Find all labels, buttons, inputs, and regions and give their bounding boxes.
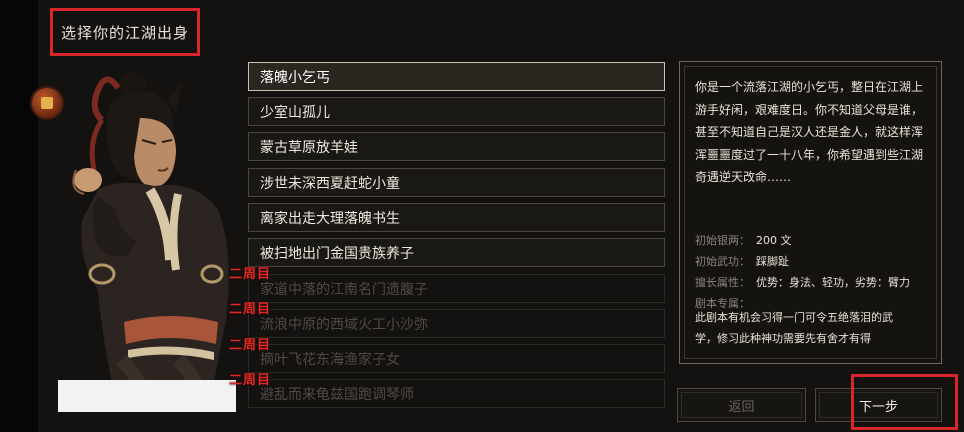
origin-option-label: 摘叶飞花东海渔家子女 (260, 351, 400, 368)
origin-option-label: 离家出走大理落魄书生 (260, 210, 400, 227)
origin-option[interactable]: 涉世未深西夏赶蛇小童 (248, 168, 665, 197)
start-skill-label: 初始武功： (695, 255, 750, 268)
description-line: 浑噩噩度过了一十八年，你希望遇到些江湖 (695, 147, 924, 162)
origin-option: 家道中落的江南名门遗腹子 (248, 274, 665, 303)
back-button-label: 返回 (728, 399, 755, 415)
start-money-row: 初始银两： 200 文 (695, 232, 792, 248)
script-line: 学，修习此种神功需要先有舍才有得 (695, 332, 871, 345)
origin-option: 避乱而来龟兹国跑调琴师 (248, 379, 665, 408)
traits-row: 擅长属性： 优势：身法、轻功，劣势：臂力 (695, 274, 910, 290)
description-line: 你是一个流落江湖的小乞丐，整日在江湖上 (695, 80, 924, 94)
origin-option[interactable]: 落魄小乞丐 (248, 62, 665, 91)
second-playthrough-tag: 二周目 (229, 373, 272, 388)
beggar-character-illustration (72, 72, 229, 412)
back-button[interactable]: 返回 (677, 388, 806, 422)
origin-option-label: 落魄小乞丐 (260, 69, 330, 86)
script-line: 此剧本有机会习得一门可令五绝落泪的武 (695, 311, 893, 324)
origin-select-screen: 选择你的江湖出身 落魄小乞丐 少室山孤儿 蒙古草原放羊娃 涉世未深西夏赶蛇小童 … (0, 0, 964, 432)
origin-option-label: 被扫地出门金国贵族养子 (260, 245, 414, 262)
start-skill-value: 踩脚趾 (756, 255, 789, 268)
left-edge-strip (0, 0, 38, 432)
script-exclusive-text: 此剧本有机会习得一门可令五绝落泪的武 学，修习此种神功需要先有舍才有得 (695, 307, 935, 349)
next-button-highlight-box (851, 374, 958, 430)
title-highlight-box: 选择你的江湖出身 (50, 8, 200, 56)
second-playthrough-tag: 二周目 (229, 338, 272, 353)
chest-glyph (41, 97, 53, 109)
origin-option-label: 少室山孤儿 (260, 104, 330, 121)
origin-option[interactable]: 蒙古草原放羊娃 (248, 132, 665, 161)
start-money-value: 200 文 (756, 234, 792, 247)
traits-label: 擅长属性： (695, 276, 750, 289)
description-line: 游手好闲，艰难度日。你不知道父母是谁， (695, 102, 924, 117)
origin-description-panel: 你是一个流落江湖的小乞丐，整日在江湖上 游手好闲，艰难度日。你不知道父母是谁， … (679, 61, 942, 364)
origin-option-label: 避乱而来龟兹国跑调琴师 (260, 386, 414, 403)
description-line: 甚至不知道自己是汉人还是金人，就这样浑 (695, 125, 924, 139)
origin-option[interactable]: 被扫地出门金国贵族养子 (248, 238, 665, 267)
origin-option[interactable]: 少室山孤儿 (248, 97, 665, 126)
character-portrait (58, 60, 236, 412)
screen-title: 选择你的江湖出身 (60, 23, 189, 42)
origin-option-label: 家道中落的江南名门遗腹子 (260, 281, 428, 298)
traits-value: 优势：身法、轻功，劣势：臂力 (756, 276, 910, 289)
start-skill-row: 初始武功： 踩脚趾 (695, 253, 789, 269)
origin-description: 你是一个流落江湖的小乞丐，整日在江湖上 游手好闲，艰难度日。你不知道父母是谁， … (695, 76, 931, 189)
origin-option: 流浪中原的西域火工小沙弥 (248, 309, 665, 338)
portrait-base-strip (58, 380, 236, 412)
origin-option[interactable]: 离家出走大理落魄书生 (248, 203, 665, 232)
origin-option: 摘叶飞花东海渔家子女 (248, 344, 665, 373)
origin-option-label: 流浪中原的西域火工小沙弥 (260, 316, 428, 333)
second-playthrough-tag: 二周目 (229, 302, 272, 317)
origin-option-label: 涉世未深西夏赶蛇小童 (260, 175, 400, 192)
second-playthrough-tag: 二周目 (229, 267, 272, 282)
origin-option-label: 蒙古草原放羊娃 (260, 139, 358, 156)
start-money-label: 初始银两： (695, 234, 750, 247)
description-line: 奇遇逆天改命…… (695, 170, 792, 184)
